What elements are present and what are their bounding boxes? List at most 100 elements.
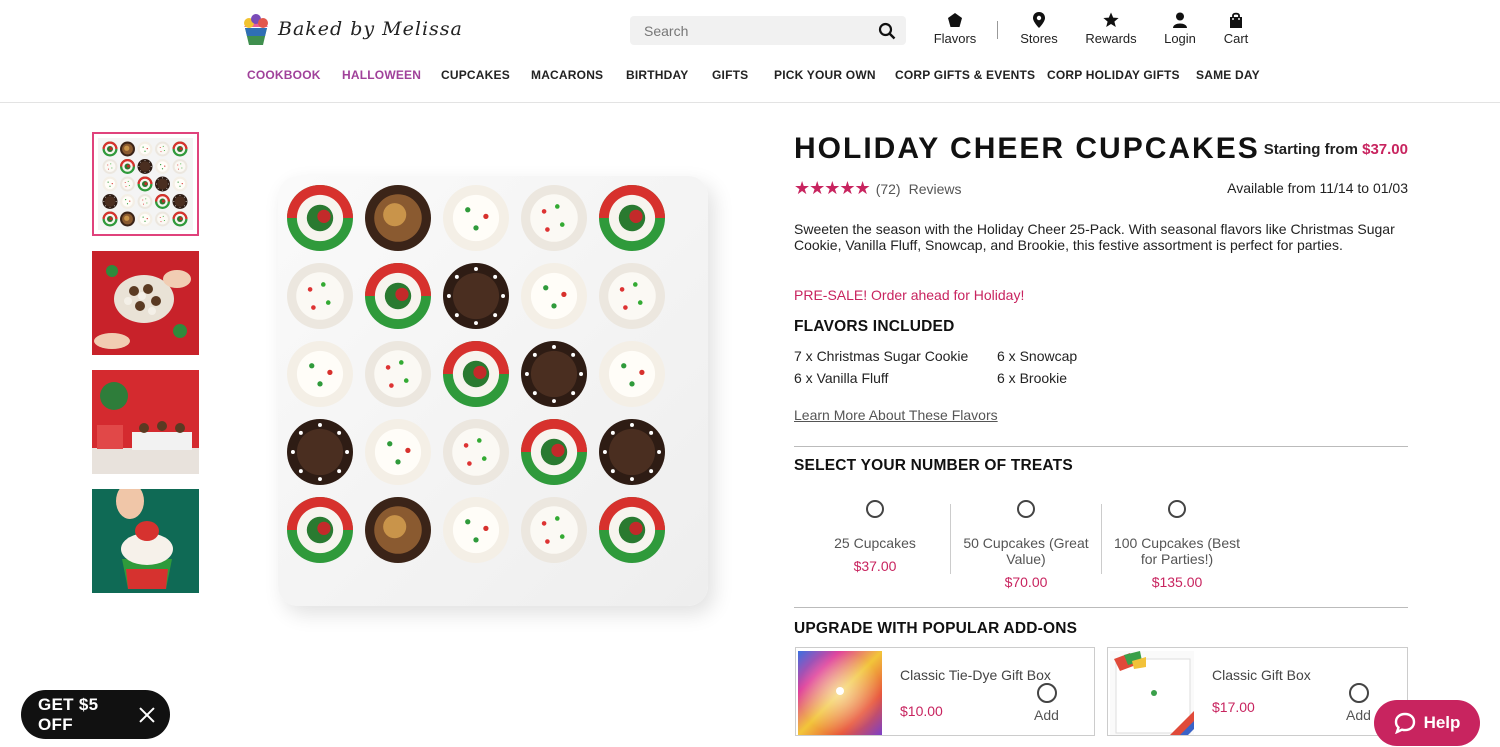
rating-stars-icon: ★★★★★ bbox=[794, 178, 871, 198]
divider bbox=[794, 446, 1408, 447]
addon-price: $17.00 bbox=[1212, 699, 1255, 715]
option-25-cupcakes[interactable]: 25 Cupcakes $37.00 bbox=[800, 498, 950, 574]
product-title: HOLIDAY CHEER CUPCAKES bbox=[794, 132, 1260, 165]
cupcake bbox=[521, 185, 587, 251]
presale-notice: PRE-SALE! Order ahead for Holiday! bbox=[794, 287, 1025, 303]
option-price: $70.00 bbox=[1004, 574, 1048, 590]
option-label: 100 Cupcakes (Best for Parties!) bbox=[1113, 535, 1241, 567]
addon-tie-dye-gift-box[interactable]: Classic Tie-Dye Gift Box $10.00 Add bbox=[795, 647, 1095, 736]
thumbnail-1[interactable] bbox=[92, 132, 199, 236]
promo-banner[interactable]: GET $5 OFF bbox=[21, 690, 170, 739]
option-radio[interactable] bbox=[1017, 500, 1035, 518]
cupcake bbox=[120, 159, 135, 174]
nav-flavors[interactable]: Flavors bbox=[932, 12, 978, 52]
addon-add-label[interactable]: Add bbox=[1346, 707, 1371, 723]
nav-rewards[interactable]: Rewards bbox=[1083, 12, 1139, 52]
option-label: 50 Cupcakes (Great Value) bbox=[963, 535, 1089, 567]
cupcake bbox=[521, 497, 587, 563]
flavor-item: 7 x Christmas Sugar Cookie bbox=[794, 348, 969, 364]
cupcake bbox=[120, 194, 135, 209]
category-cookbook[interactable]: COOKBOOK bbox=[247, 68, 321, 82]
rating[interactable]: ★★★★★ (72) Reviews bbox=[794, 178, 962, 199]
category-same-day[interactable]: SAME DAY bbox=[1196, 68, 1260, 82]
nav-login-label: Login bbox=[1164, 31, 1196, 46]
site-logo[interactable]: Baked by Melissa bbox=[240, 10, 463, 48]
addon-classic-gift-box[interactable]: Classic Gift Box $17.00 Add bbox=[1107, 647, 1408, 736]
product-description: Sweeten the season with the Holiday Chee… bbox=[794, 221, 1395, 253]
chat-bubble-icon bbox=[1394, 712, 1415, 734]
category-birthday[interactable]: BIRTHDAY bbox=[626, 68, 689, 82]
nav-login[interactable]: Login bbox=[1160, 12, 1200, 52]
logo-wordmark: Baked by Melissa bbox=[278, 18, 463, 40]
category-corp-holiday-gifts[interactable]: CORP HOLIDAY GIFTS bbox=[1047, 68, 1180, 82]
reviews-link[interactable]: Reviews bbox=[909, 181, 962, 197]
cupcake bbox=[365, 419, 431, 485]
cupcake bbox=[443, 263, 509, 329]
thumbnail-3[interactable] bbox=[92, 370, 199, 474]
cupcake bbox=[137, 194, 153, 209]
cupcake bbox=[521, 341, 587, 407]
select-quantity-heading: SELECT YOUR NUMBER OF TREATS bbox=[794, 457, 1073, 474]
cupcake bbox=[172, 159, 188, 174]
cupcake bbox=[172, 194, 188, 209]
search-input[interactable] bbox=[644, 22, 878, 39]
help-button[interactable]: Help bbox=[1374, 700, 1480, 746]
search-bar[interactable] bbox=[630, 16, 906, 45]
cupcake bbox=[137, 159, 153, 174]
cupcake bbox=[172, 211, 188, 227]
cupcake bbox=[287, 419, 353, 485]
addon-radio[interactable] bbox=[1349, 683, 1369, 703]
thumbnail-2[interactable] bbox=[92, 251, 199, 355]
thumbnail-4[interactable] bbox=[92, 489, 199, 593]
addon-add-label[interactable]: Add bbox=[1034, 707, 1059, 723]
cupcake bbox=[120, 176, 135, 192]
availability: Available from 11/14 to 01/03 bbox=[1227, 180, 1408, 196]
cupcake bbox=[443, 497, 509, 563]
cupcake bbox=[102, 141, 118, 157]
addon-name: Classic Gift Box bbox=[1212, 667, 1311, 683]
category-corp-gifts-events[interactable]: CORP GIFTS & EVENTS bbox=[895, 68, 1035, 82]
cupcake bbox=[599, 341, 665, 407]
option-radio[interactable] bbox=[1168, 500, 1186, 518]
nav-stores[interactable]: Stores bbox=[1017, 12, 1061, 52]
cupcake bbox=[599, 263, 665, 329]
thumbnail-image bbox=[92, 489, 199, 593]
cupcake bbox=[599, 185, 665, 251]
category-gifts[interactable]: GIFTS bbox=[712, 68, 748, 82]
gift-box-image bbox=[1110, 651, 1194, 735]
category-pick-your-own[interactable]: PICK YOUR OWN bbox=[774, 68, 876, 82]
cupcake bbox=[599, 419, 665, 485]
option-label: 25 Cupcakes bbox=[834, 535, 916, 551]
cupcake bbox=[155, 141, 170, 157]
search-icon[interactable] bbox=[878, 22, 896, 40]
cupcake bbox=[521, 419, 587, 485]
nav-cart[interactable]: Cart bbox=[1218, 12, 1254, 52]
header-divider bbox=[0, 102, 1500, 103]
nav-flavors-label: Flavors bbox=[933, 31, 977, 46]
shopping-bag-icon bbox=[1230, 12, 1242, 28]
cupcake bbox=[155, 176, 170, 192]
thumbnail-image bbox=[98, 138, 193, 230]
cupcake bbox=[287, 341, 353, 407]
user-icon bbox=[1173, 12, 1187, 28]
category-macarons[interactable]: MACARONS bbox=[531, 68, 603, 82]
starting-price: Starting from $37.00 bbox=[1264, 141, 1408, 158]
cupcake bbox=[365, 341, 431, 407]
cupcake bbox=[137, 141, 153, 157]
category-halloween[interactable]: HALLOWEEN bbox=[342, 68, 421, 82]
cupcake bbox=[287, 263, 353, 329]
help-label: Help bbox=[1423, 713, 1461, 732]
star-icon bbox=[1103, 12, 1119, 27]
cupcake bbox=[172, 141, 188, 157]
category-cupcakes[interactable]: CUPCAKES bbox=[441, 68, 510, 82]
learn-more-link[interactable]: Learn More About These Flavors bbox=[794, 407, 998, 423]
cupcake bbox=[137, 176, 153, 192]
nav-divider bbox=[997, 21, 998, 39]
option-radio[interactable] bbox=[866, 500, 884, 518]
option-100-cupcakes[interactable]: 100 Cupcakes (Best for Parties!) $135.00 bbox=[1102, 498, 1252, 590]
addon-radio[interactable] bbox=[1037, 683, 1057, 703]
flavor-item: 6 x Brookie bbox=[997, 370, 1068, 386]
product-main-image[interactable] bbox=[278, 176, 708, 606]
option-50-cupcakes[interactable]: 50 Cupcakes (Great Value) $70.00 bbox=[951, 498, 1101, 590]
close-icon[interactable] bbox=[138, 706, 156, 724]
